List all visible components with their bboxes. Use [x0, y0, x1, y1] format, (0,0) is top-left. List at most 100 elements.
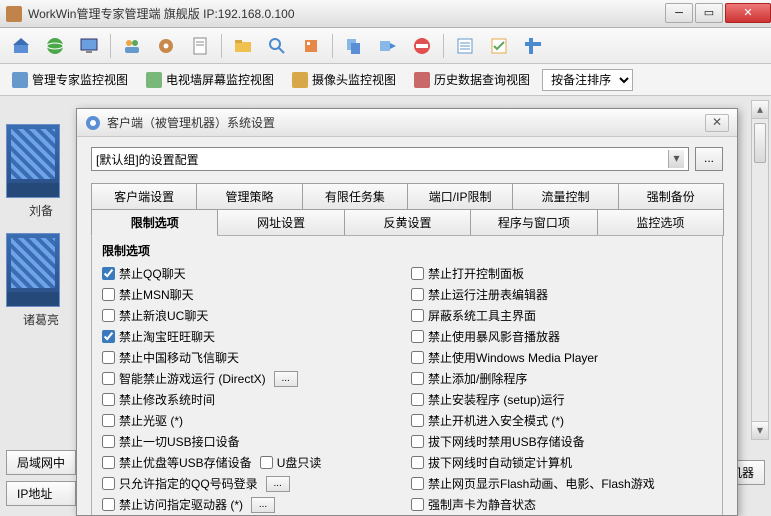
restrict-checkbox[interactable] [102, 393, 115, 406]
window-controls: ─ ▭ ✕ [663, 3, 771, 25]
toolbar-block-icon[interactable] [407, 32, 437, 60]
toolbar-search-icon[interactable] [262, 32, 292, 60]
tab-policy[interactable]: 管理策略 [196, 183, 302, 210]
checkbox-label: 只允许指定的QQ号码登录 [119, 475, 258, 492]
restrict-checkbox[interactable] [102, 267, 115, 280]
restrict-checkbox[interactable] [102, 477, 115, 490]
toolbar-globe-icon[interactable] [40, 32, 70, 60]
wall-icon [146, 72, 162, 88]
restrict-checkbox[interactable] [411, 351, 424, 364]
check-row: 禁止优盘等USB存储设备U盘只读 [102, 452, 403, 473]
tab-antiporn[interactable]: 反黄设置 [344, 209, 471, 236]
browse-button[interactable]: ... [695, 147, 723, 171]
thumbnail-label: 诸葛亮 [6, 311, 76, 328]
restrict-groupbox: 限制选项 禁止QQ聊天禁止MSN聊天禁止新浪UC聊天禁止淘宝旺旺聊天禁止中国移动… [91, 235, 723, 515]
inline-extra: U盘只读 [260, 454, 322, 471]
restrict-checkbox[interactable] [411, 435, 424, 448]
toolbar-task-icon[interactable] [484, 32, 514, 60]
restrict-checkbox[interactable] [102, 288, 115, 301]
tab-port-ip[interactable]: 端口/IP限制 [407, 183, 513, 210]
scroll-down-icon[interactable]: ▾ [752, 421, 768, 439]
restrict-checkbox[interactable] [411, 372, 424, 385]
dialog-close-button[interactable]: ✕ [705, 114, 729, 132]
tab-url[interactable]: 网址设置 [217, 209, 344, 236]
more-button[interactable]: ... [251, 497, 275, 513]
restrict-checkbox[interactable] [102, 498, 115, 511]
view-tab-wall[interactable]: 电视墙屏幕监控视图 [140, 67, 280, 92]
restrict-checkbox[interactable] [102, 330, 115, 343]
more-button[interactable]: ... [274, 371, 298, 387]
view-tab-camera[interactable]: 摄像头监控视图 [286, 67, 402, 92]
restrict-checkbox[interactable] [102, 435, 115, 448]
more-button[interactable]: ... [266, 476, 290, 492]
toolbar-tool-icon[interactable] [518, 32, 548, 60]
tab-tasks[interactable]: 有限任务集 [302, 183, 408, 210]
restrict-checkbox[interactable] [411, 393, 424, 406]
client-thumbnail[interactable] [6, 124, 60, 198]
toolbar-folder-icon[interactable] [228, 32, 258, 60]
scroll-thumb[interactable] [754, 123, 766, 163]
tab-restrict[interactable]: 限制选项 [91, 209, 218, 236]
checkbox-label: 禁止QQ聊天 [119, 265, 186, 282]
view-tabstrip: 管理专家监控视图 电视墙屏幕监控视图 摄像头监控视图 历史数据查询视图 按备注排… [0, 64, 771, 96]
settings-dialog: 客户端（被管理机器）系统设置 ✕ [默认组]的设置配置 ▾ ... 客户端设置 … [76, 108, 738, 516]
check-row: 禁止淘宝旺旺聊天 [102, 326, 403, 347]
group-title: 限制选项 [98, 242, 154, 259]
toolbar-doc-icon[interactable] [185, 32, 215, 60]
tab-monitor-options[interactable]: 监控选项 [597, 209, 724, 236]
toolbar-list-icon[interactable] [450, 32, 480, 60]
restrict-checkbox[interactable] [102, 351, 115, 364]
checkbox-label: 智能禁止游戏运行 (DirectX) [119, 370, 266, 387]
check-row: 禁止使用Windows Media Player [411, 347, 712, 368]
restrict-checkbox[interactable] [102, 456, 115, 469]
restrict-checkbox[interactable] [411, 498, 424, 511]
minimize-button[interactable]: ─ [665, 3, 693, 23]
check-row: 禁止使用暴风影音播放器 [411, 326, 712, 347]
view-tab-monitor[interactable]: 管理专家监控视图 [6, 67, 134, 92]
restrict-checkbox[interactable] [411, 456, 424, 469]
close-button[interactable]: ✕ [725, 3, 771, 23]
maximize-button[interactable]: ▭ [695, 3, 723, 23]
camera-icon [292, 72, 308, 88]
restrict-checkbox[interactable] [411, 477, 424, 490]
sort-select[interactable]: 按备注排序 [542, 69, 633, 91]
toolbar-paint-icon[interactable] [296, 32, 326, 60]
client-thumbnail[interactable] [6, 233, 60, 307]
toolbar-send-icon[interactable] [373, 32, 403, 60]
restrict-checkbox[interactable] [411, 414, 424, 427]
check-row: 禁止MSN聊天 [102, 284, 403, 305]
restrict-checkbox[interactable] [102, 309, 115, 322]
tab-backup[interactable]: 强制备份 [618, 183, 724, 210]
check-row: 禁止修改系统时间 [102, 389, 403, 410]
restrict-checkbox[interactable] [411, 330, 424, 343]
toolbar-sep [443, 34, 444, 58]
checkbox-label: 禁止修改系统时间 [119, 391, 215, 408]
check-row: 禁止光驱 (*) [102, 410, 403, 431]
checkbox-label: 禁止新浪UC聊天 [119, 307, 208, 324]
tab-lan[interactable]: 局域网中 [6, 450, 76, 475]
toolbar-home-icon[interactable] [6, 32, 36, 60]
restrict-checkbox[interactable] [411, 267, 424, 280]
tab-ip[interactable]: IP地址 [6, 481, 76, 506]
view-tab-history[interactable]: 历史数据查询视图 [408, 67, 536, 92]
chevron-down-icon[interactable]: ▾ [668, 150, 684, 168]
inline-checkbox[interactable] [260, 456, 273, 469]
vertical-scrollbar[interactable]: ▴ ▾ [751, 100, 769, 440]
restrict-checkbox[interactable] [411, 288, 424, 301]
check-row: 禁止打开控制面板 [411, 263, 712, 284]
toolbar-gear-icon[interactable] [151, 32, 181, 60]
scroll-up-icon[interactable]: ▴ [752, 101, 768, 119]
toolbar-copy-icon[interactable] [339, 32, 369, 60]
restrict-checkbox[interactable] [102, 414, 115, 427]
restrict-checkbox[interactable] [411, 309, 424, 322]
combo-value: [默认组]的设置配置 [96, 151, 199, 168]
toolbar-screen-icon[interactable] [74, 32, 104, 60]
restrict-checkbox[interactable] [102, 372, 115, 385]
left-check-column: 禁止QQ聊天禁止MSN聊天禁止新浪UC聊天禁止淘宝旺旺聊天禁止中国移动飞信聊天智… [102, 263, 403, 515]
right-check-column: 禁止打开控制面板禁止运行注册表编辑器屏蔽系统工具主界面禁止使用暴风影音播放器禁止… [411, 263, 712, 515]
tab-traffic[interactable]: 流量控制 [512, 183, 618, 210]
tab-program-window[interactable]: 程序与窗口项 [470, 209, 597, 236]
toolbar-users-icon[interactable] [117, 32, 147, 60]
group-combo[interactable]: [默认组]的设置配置 ▾ [91, 147, 689, 171]
tab-client-settings[interactable]: 客户端设置 [91, 183, 197, 210]
